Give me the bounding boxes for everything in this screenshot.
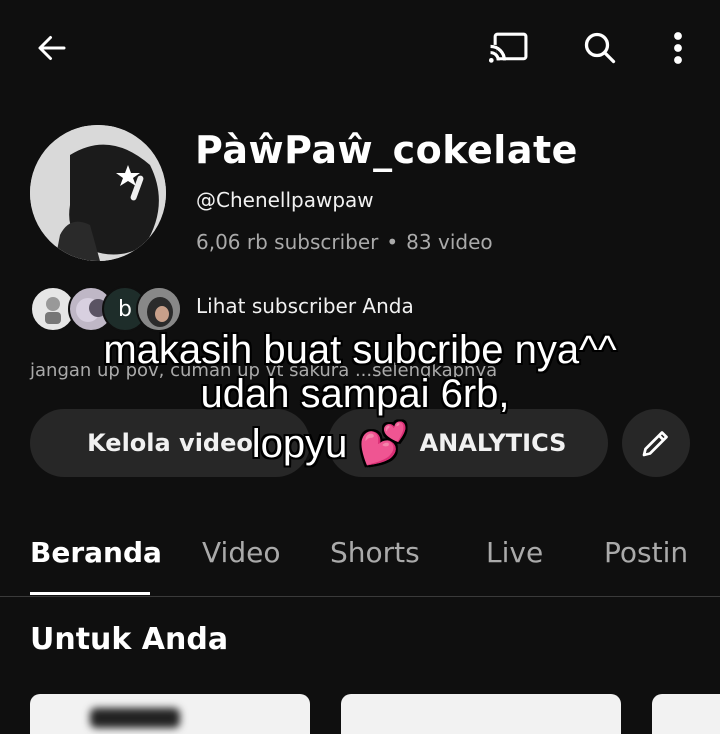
stats-separator: • [386,230,399,254]
section-title: Untuk Anda [30,622,229,657]
tab-posts[interactable]: Postin [604,536,688,569]
video-thumbnail [90,708,180,728]
channel-name: PàŵPaŵ_cokelate [195,128,578,172]
video-card[interactable] [30,694,310,734]
tab-home[interactable]: Beranda [30,536,162,569]
subscriber-avatar [136,286,182,332]
cast-icon [489,32,528,63]
more-options-button[interactable] [656,26,700,70]
tab-shorts[interactable]: Shorts [330,536,420,569]
overlay-caption-line-3: lopyu 💕 [251,422,409,466]
tab-videos[interactable]: Video [202,536,280,569]
see-subscribers-link[interactable]: Lihat subscriber Anda [196,294,414,318]
subscriber-count: 6,06 rb subscriber [196,230,379,254]
active-tab-indicator [30,592,150,595]
more-vertical-icon [674,32,682,64]
avatar-image [30,125,166,261]
back-button[interactable] [30,26,74,70]
video-card[interactable] [652,694,720,734]
arrow-left-icon [38,36,66,60]
subscriber-avatar-letter: b [118,296,132,322]
search-icon [584,32,616,64]
tab-live[interactable]: Live [486,536,543,569]
channel-avatar[interactable] [30,125,166,261]
video-count: 83 video [406,230,493,254]
tabs-divider [0,596,720,597]
channel-handle: @Chenellpawpaw [196,188,374,212]
channel-stats: 6,06 rb subscriber • 83 video [196,230,493,254]
overlay-caption-line-1: makasih buat subcribe nya^^ [103,328,617,372]
video-card[interactable] [341,694,621,734]
overlay-caption-line-2: udah sampai 6rb, [200,372,510,416]
search-button[interactable] [578,26,622,70]
cast-button[interactable] [487,26,531,70]
